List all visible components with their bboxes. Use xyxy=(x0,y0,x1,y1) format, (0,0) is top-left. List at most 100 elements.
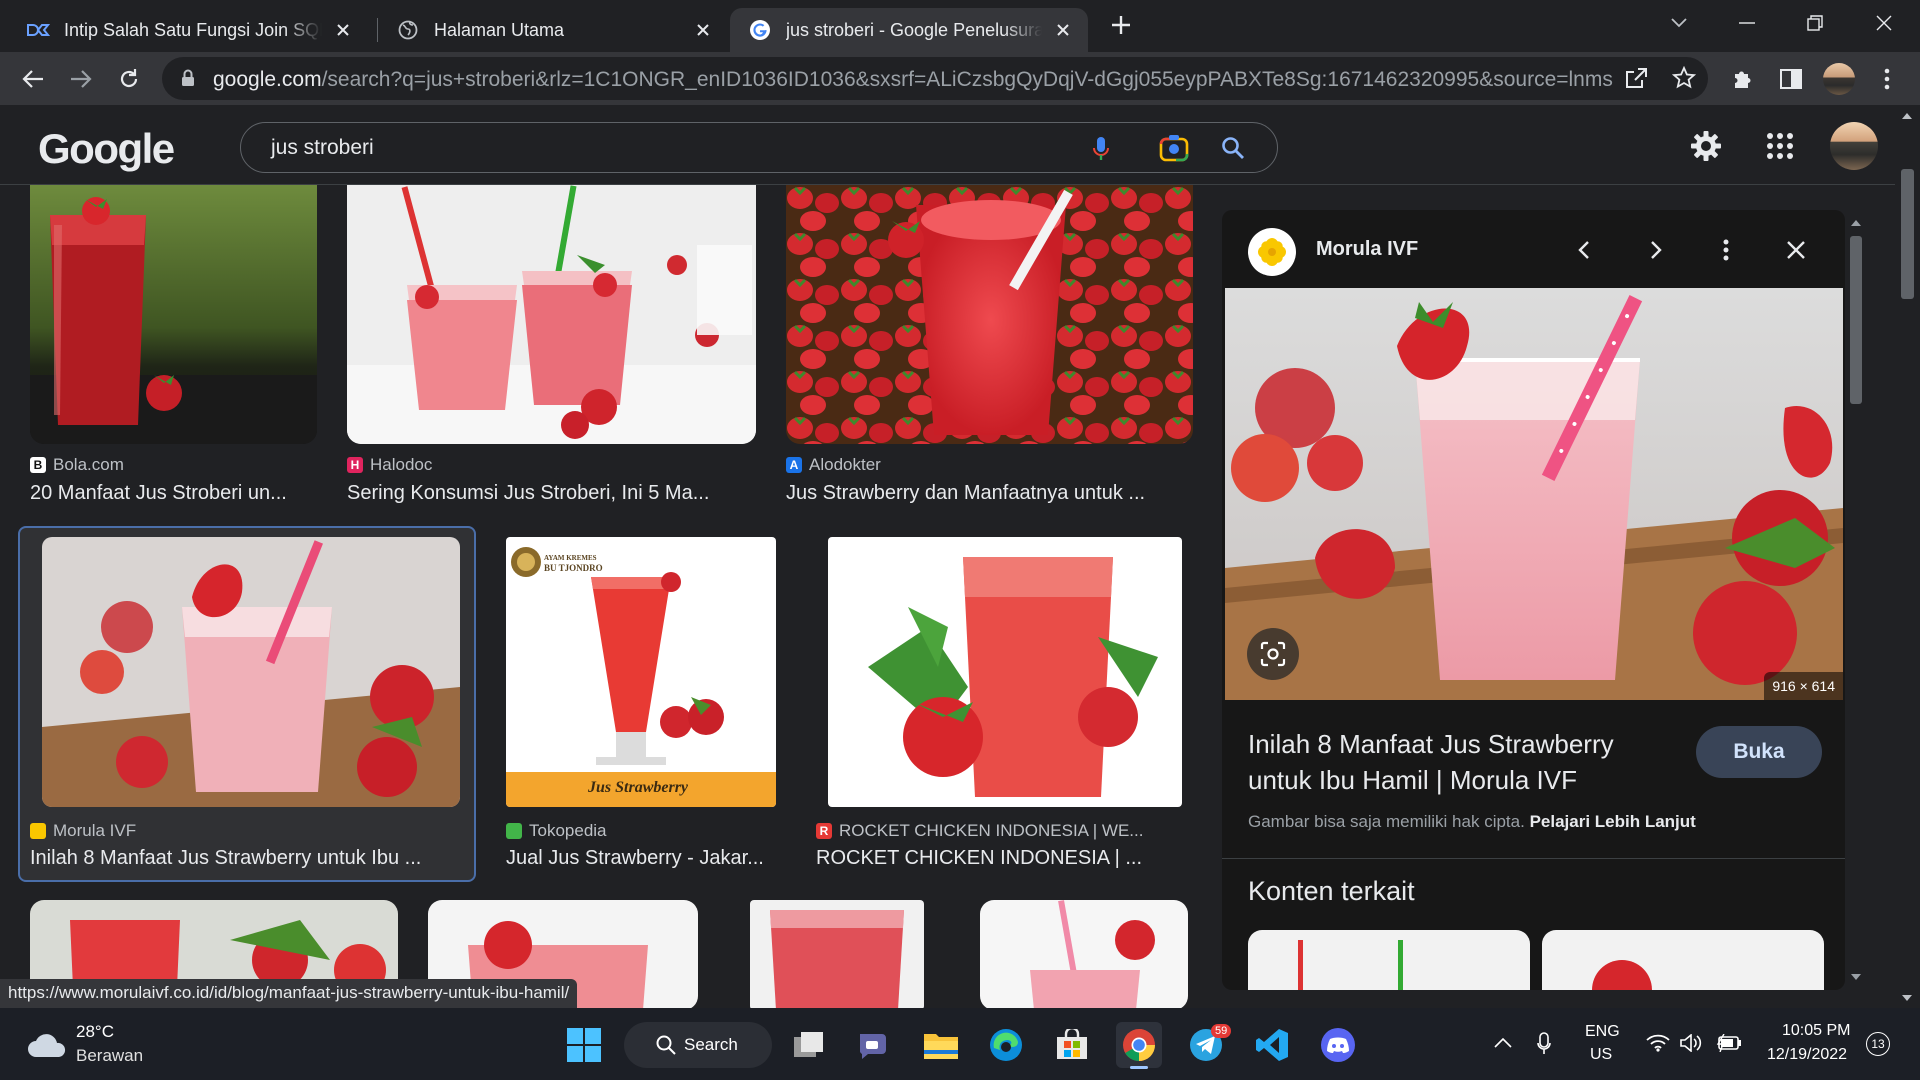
clock-time[interactable]: 10:05 PM xyxy=(1782,1022,1850,1040)
menu-button[interactable] xyxy=(1868,60,1906,98)
more-options-button[interactable] xyxy=(1708,232,1744,268)
store-button[interactable] xyxy=(1049,1022,1095,1068)
taskbar-search[interactable]: Search xyxy=(624,1022,772,1068)
divider xyxy=(1222,858,1845,859)
result-image[interactable] xyxy=(42,537,460,807)
microphone-icon[interactable] xyxy=(1537,1032,1551,1056)
panel-close-button[interactable] xyxy=(1778,232,1814,268)
lock-icon[interactable] xyxy=(181,69,195,87)
panel-scrollbar[interactable] xyxy=(1846,210,1866,990)
speaker-icon[interactable] xyxy=(1680,1034,1702,1052)
search-input[interactable]: jus stroberi xyxy=(271,136,374,160)
side-panel-button[interactable] xyxy=(1772,60,1810,98)
related-thumbnail[interactable] xyxy=(1248,930,1530,990)
result-image[interactable] xyxy=(786,185,1193,444)
image-result[interactable] xyxy=(980,900,1188,1008)
open-button[interactable]: Buka xyxy=(1696,726,1822,778)
result-image[interactable]: AYAM KREMES BU TJONDRO Jus Strawberry xyxy=(506,537,776,807)
share-icon[interactable] xyxy=(1625,67,1649,89)
preview-title[interactable]: Inilah 8 Manfaat Jus Strawberry untuk Ib… xyxy=(1248,726,1648,798)
close-icon[interactable] xyxy=(1052,19,1074,41)
result-title[interactable]: Jual Jus Strawberry - Jakar... xyxy=(506,847,776,870)
tab-search-button[interactable] xyxy=(1660,4,1698,42)
result-title[interactable]: Jus Strawberry dan Manfaatnya untuk ... xyxy=(786,482,1186,505)
restore-button[interactable] xyxy=(1796,4,1834,42)
discord-button[interactable] xyxy=(1315,1022,1361,1068)
panel-site-name[interactable]: Morula IVF xyxy=(1316,238,1418,261)
reload-button[interactable] xyxy=(110,60,148,98)
result-title[interactable]: 20 Manfaat Jus Stroberi un... xyxy=(30,482,316,505)
search-icon[interactable] xyxy=(1221,136,1245,160)
image-result[interactable]: H Halodoc Sering Konsumsi Jus Stroberi, I… xyxy=(347,185,757,525)
extensions-button[interactable] xyxy=(1724,60,1762,98)
forward-button[interactable] xyxy=(62,60,100,98)
result-image[interactable] xyxy=(347,185,756,444)
cloud-icon[interactable] xyxy=(26,1032,66,1058)
weather-desc[interactable]: Berawan xyxy=(76,1046,143,1066)
wifi-icon[interactable] xyxy=(1646,1034,1670,1052)
new-tab-button[interactable] xyxy=(1102,6,1140,44)
tab-halaman-utama[interactable]: Halaman Utama xyxy=(378,8,728,52)
related-thumbnail[interactable] xyxy=(1542,930,1824,990)
language-code[interactable]: ENG xyxy=(1585,1023,1620,1041)
lens-search-button[interactable] xyxy=(1247,628,1299,680)
result-title[interactable]: ROCKET CHICKEN INDONESIA | ... xyxy=(816,847,1168,870)
apps-grid-icon[interactable] xyxy=(1767,133,1793,159)
search-box[interactable]: jus stroberi xyxy=(240,122,1278,173)
result-title[interactable]: Sering Konsumsi Jus Stroberi, Ini 5 Ma..… xyxy=(347,482,747,505)
teams-chat-button[interactable] xyxy=(851,1022,897,1068)
image-result[interactable]: AYAM KREMES BU TJONDRO Jus Strawberry To… xyxy=(506,537,776,877)
next-button[interactable] xyxy=(1638,232,1674,268)
task-view-button[interactable] xyxy=(786,1022,832,1068)
result-source-name: Morula IVF xyxy=(53,821,137,840)
preview-image[interactable]: 916 × 614 xyxy=(1225,288,1843,700)
telegram-button[interactable]: 59 xyxy=(1183,1022,1232,1068)
window-close-button[interactable] xyxy=(1865,4,1903,42)
image-result[interactable]: A Alodokter Jus Strawberry dan Manfaatnya… xyxy=(786,185,1194,525)
result-image[interactable] xyxy=(750,900,924,1008)
result-image[interactable] xyxy=(980,900,1188,1008)
image-result[interactable] xyxy=(750,900,924,1008)
result-source-name: ROCKET CHICKEN INDONESIA | WE... xyxy=(839,821,1144,840)
weather-temp[interactable]: 28°C xyxy=(76,1022,114,1042)
lens-icon xyxy=(1260,641,1286,667)
clock-date[interactable]: 12/19/2022 xyxy=(1767,1046,1847,1064)
close-icon[interactable] xyxy=(692,19,714,41)
tab-title: jus stroberi - Google Penelusuran xyxy=(786,19,1042,40)
result-image[interactable] xyxy=(828,537,1182,807)
chevron-up-icon[interactable] xyxy=(1494,1038,1512,1048)
result-title[interactable]: Inilah 8 Manfaat Jus Strawberry untuk Ib… xyxy=(30,847,450,870)
page-scrollbar[interactable] xyxy=(1895,105,1920,1008)
image-result[interactable]: B Bola.com 20 Manfaat Jus Stroberi un... xyxy=(30,185,318,525)
account-avatar[interactable] xyxy=(1830,122,1878,170)
close-icon[interactable] xyxy=(332,19,354,41)
tab-google-search[interactable]: jus stroberi - Google Penelusuran xyxy=(730,8,1088,52)
folder-icon xyxy=(924,1034,958,1059)
profile-button[interactable] xyxy=(1820,60,1858,98)
tab-dicoding[interactable]: Intip Salah Satu Fungsi Join SQL, xyxy=(8,8,368,52)
chrome-button[interactable] xyxy=(1116,1022,1162,1069)
google-logo[interactable]: Google xyxy=(38,125,175,173)
camera-lens-icon[interactable] xyxy=(1159,134,1189,162)
previous-button[interactable] xyxy=(1566,232,1602,268)
settings-gear-icon[interactable] xyxy=(1690,130,1722,162)
notification-count-badge[interactable]: 13 xyxy=(1866,1032,1890,1056)
image-result-selected[interactable]: Morula IVF Inilah 8 Manfaat Jus Strawber… xyxy=(30,537,468,877)
result-image[interactable] xyxy=(30,185,317,444)
plus-icon xyxy=(1112,16,1130,34)
file-explorer-button[interactable] xyxy=(918,1022,964,1068)
microphone-icon[interactable] xyxy=(1091,136,1111,162)
language-region[interactable]: US xyxy=(1590,1046,1612,1064)
image-result[interactable]: R ROCKET CHICKEN INDONESIA | WE... ROCKET… xyxy=(816,537,1182,877)
battery-charging-icon[interactable] xyxy=(1716,1034,1742,1052)
star-icon[interactable] xyxy=(1672,66,1696,90)
tokopedia-favicon xyxy=(506,823,522,839)
edge-button[interactable] xyxy=(983,1022,1029,1068)
address-bar[interactable]: google.com/search?q=jus+stroberi&rlz=1C1… xyxy=(162,57,1708,100)
learn-more-link[interactable]: Pelajari Lebih Lanjut xyxy=(1530,812,1696,831)
back-button[interactable] xyxy=(14,60,52,98)
minimize-button[interactable] xyxy=(1728,4,1766,42)
vscode-button[interactable] xyxy=(1249,1022,1295,1068)
avatar xyxy=(1823,63,1855,95)
start-button[interactable] xyxy=(561,1022,607,1068)
